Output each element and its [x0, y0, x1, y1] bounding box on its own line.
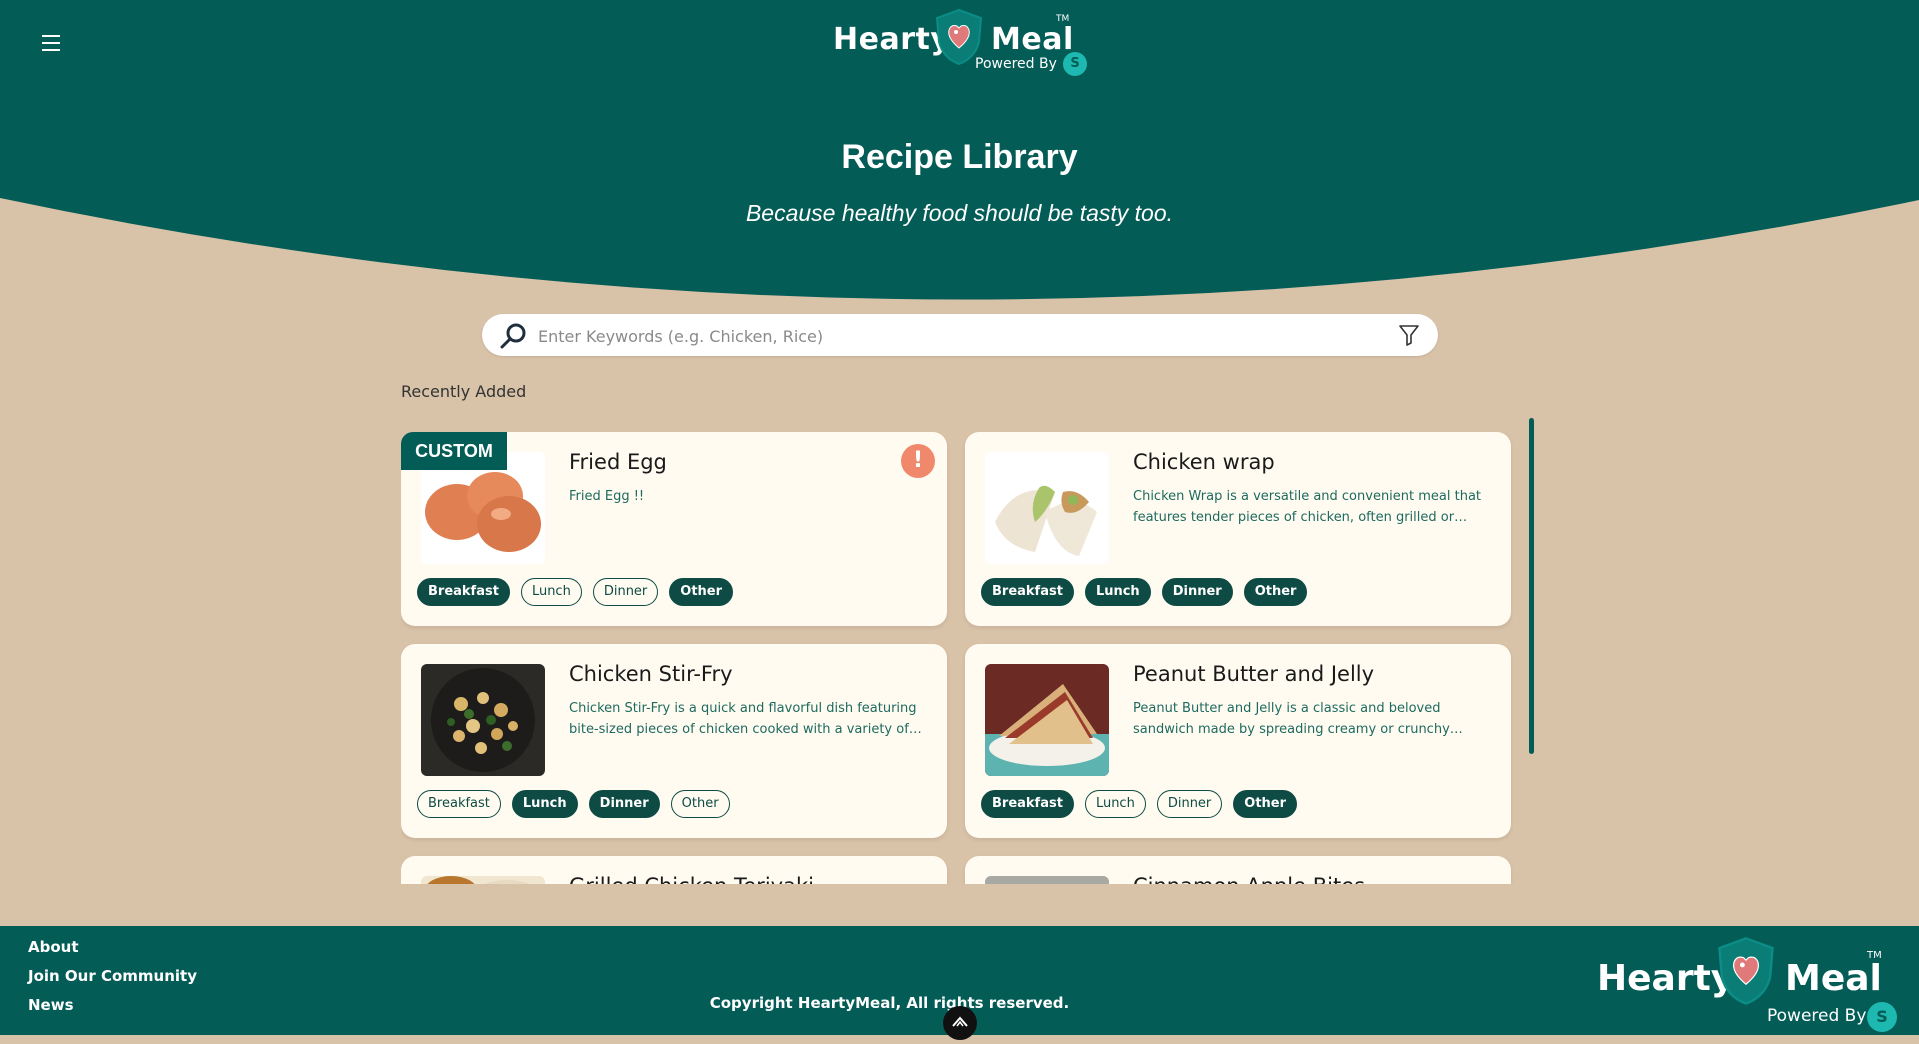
- recipe-image-grilled-chicken-teriyaki: [421, 876, 545, 884]
- copyright-text: Copyright HeartyMeal, All rights reserve…: [709, 994, 1070, 1012]
- list-scrollbar[interactable]: [1529, 418, 1534, 754]
- tag-lunch[interactable]: Lunch: [520, 578, 582, 606]
- sponsor-badge: S: [1867, 1002, 1897, 1032]
- recipe-card[interactable]: Grilled Chicken Teriyaki: [401, 856, 947, 884]
- recipe-description: Peanut Butter and Jelly is a classic and…: [1133, 701, 1450, 737]
- recipe-description: Chicken Stir-Fry is a quick and flavorfu…: [569, 701, 922, 737]
- page-tagline: Because healthy food should be tasty too…: [745, 200, 1174, 226]
- section-label-recent: Recently Added: [401, 382, 527, 401]
- powered-by-label: Powered By: [975, 56, 1057, 72]
- tag-breakfast[interactable]: Breakfast: [981, 790, 1074, 818]
- meal-tags: Breakfast Lunch Dinner Other: [981, 790, 1298, 818]
- recipe-list[interactable]: CUSTOM ! Fried Egg Fried Egg !! Breakfas…: [401, 432, 1513, 884]
- recipe-card[interactable]: Peanut Butter and Jelly Peanut Butter an…: [965, 644, 1511, 838]
- tag-dinner[interactable]: Dinner: [1161, 578, 1233, 606]
- recipe-title[interactable]: Cinnamon Apple Bites: [1133, 874, 1365, 884]
- recipe-image-peanut-butter-jelly: [985, 664, 1109, 776]
- brand-logo[interactable]: Hearty Meal TM Powered By S: [833, 8, 1093, 84]
- page-title: Recipe Library: [841, 138, 1078, 176]
- recipe-title[interactable]: Fried Egg: [569, 450, 667, 474]
- recipe-image-cinnamon-apple-bites: [985, 876, 1109, 884]
- heart-shield-icon: [1718, 937, 1774, 1005]
- meal-tags: Breakfast Lunch Dinner Other: [417, 790, 730, 818]
- filter-icon[interactable]: [1398, 324, 1420, 346]
- search-input[interactable]: [536, 320, 1360, 352]
- tag-other[interactable]: Other: [1233, 790, 1298, 818]
- tag-dinner[interactable]: Dinner: [588, 790, 660, 818]
- recipe-image-chicken-stir-fry: [421, 664, 545, 776]
- sponsor-badge: S: [1063, 52, 1087, 76]
- tag-dinner[interactable]: Dinner: [592, 578, 659, 606]
- trademark: TM: [1056, 14, 1070, 24]
- menu-icon[interactable]: [36, 30, 66, 54]
- recipe-card[interactable]: Chicken wrap Chicken Wrap is a versatile…: [965, 432, 1511, 626]
- tag-lunch[interactable]: Lunch: [1084, 790, 1146, 818]
- footer-link-about[interactable]: About: [28, 938, 197, 956]
- trademark: TM: [1867, 950, 1882, 961]
- tag-breakfast[interactable]: Breakfast: [417, 578, 510, 606]
- hero-wave: [0, 90, 1919, 300]
- recipe-description: Fried Egg !!: [569, 489, 645, 504]
- tag-dinner[interactable]: Dinner: [1156, 790, 1223, 818]
- hero-banner: Recipe Library Because healthy food shou…: [0, 90, 1919, 300]
- tag-other[interactable]: Other: [669, 578, 734, 606]
- recipe-card[interactable]: Cinnamon Apple Bites: [965, 856, 1511, 884]
- footer: About Join Our Community News Copyright …: [0, 926, 1919, 1040]
- recipe-card[interactable]: Chicken Stir-Fry Chicken Stir-Fry is a q…: [401, 644, 947, 838]
- recipe-card[interactable]: CUSTOM ! Fried Egg Fried Egg !! Breakfas…: [401, 432, 947, 626]
- tag-other[interactable]: Other: [670, 790, 730, 818]
- recipe-title[interactable]: Peanut Butter and Jelly: [1133, 662, 1374, 686]
- tag-lunch[interactable]: Lunch: [1084, 578, 1151, 606]
- search-icon[interactable]: [498, 322, 528, 350]
- brand-word-meal: Meal: [991, 22, 1074, 57]
- footer-link-community[interactable]: Join Our Community: [28, 967, 197, 985]
- tag-other[interactable]: Other: [1243, 578, 1308, 606]
- custom-badge: CUSTOM: [401, 432, 507, 470]
- alert-icon[interactable]: !: [901, 444, 935, 478]
- recipe-title[interactable]: Grilled Chicken Teriyaki: [569, 874, 814, 884]
- brand-word-meal: Meal: [1785, 958, 1882, 999]
- meal-tags: Breakfast Lunch Dinner Other: [417, 578, 734, 606]
- powered-by-label: Powered By: [1767, 1006, 1867, 1026]
- footer-brand-logo[interactable]: Hearty Meal TM Powered By S: [1597, 936, 1907, 1032]
- top-bar: Hearty Meal TM Powered By S: [0, 0, 1919, 91]
- tag-breakfast[interactable]: Breakfast: [981, 578, 1074, 606]
- meal-tags: Breakfast Lunch Dinner Other: [981, 578, 1308, 606]
- search-bar: [482, 314, 1438, 356]
- recipe-title[interactable]: Chicken Stir-Fry: [569, 662, 733, 686]
- recipe-title[interactable]: Chicken wrap: [1133, 450, 1275, 474]
- recipe-description: Chicken Wrap is a versatile and convenie…: [1133, 489, 1482, 525]
- recipe-image-chicken-wrap: [985, 452, 1109, 564]
- tag-breakfast[interactable]: Breakfast: [417, 790, 501, 818]
- tag-lunch[interactable]: Lunch: [511, 790, 578, 818]
